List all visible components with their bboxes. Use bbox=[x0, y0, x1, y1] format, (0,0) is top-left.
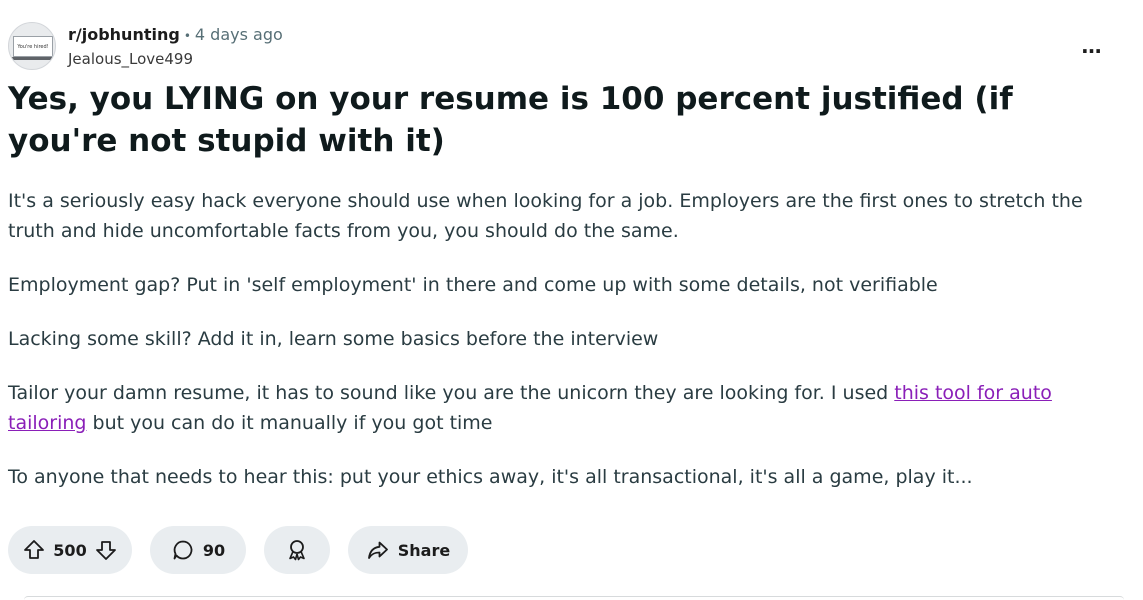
upvote-icon[interactable] bbox=[22, 538, 46, 562]
body-paragraph-4: Tailor your damn resume, it has to sound… bbox=[8, 378, 1118, 438]
vote-count: 500 bbox=[53, 540, 87, 560]
body-paragraph-3: Lacking some skill? Add it in, learn som… bbox=[8, 328, 659, 350]
share-icon bbox=[366, 538, 390, 562]
subreddit-avatar[interactable]: You're hired! bbox=[8, 22, 56, 70]
meta-separator: • bbox=[183, 29, 191, 43]
share-label: Share bbox=[397, 540, 451, 560]
post-title: Yes, you LYING on your resume is 100 per… bbox=[8, 81, 1013, 159]
comments-button[interactable]: 90 bbox=[150, 526, 246, 574]
action-bar: 500 90 Share bbox=[8, 526, 468, 574]
paragraph-4-text-before: Tailor your damn resume, it has to sound… bbox=[8, 382, 895, 404]
vote-pill: 500 bbox=[8, 526, 132, 574]
subreddit-link[interactable]: r/jobhunting bbox=[68, 25, 180, 44]
post-header: You're hired! r/jobhunting • 4 days ago Je… bbox=[8, 22, 1138, 70]
comment-icon bbox=[171, 538, 195, 562]
share-button[interactable]: Share bbox=[348, 526, 468, 574]
downvote-icon[interactable] bbox=[94, 538, 118, 562]
author-link[interactable]: Jealous_Love499 bbox=[68, 49, 193, 69]
post-time: 4 days ago bbox=[194, 25, 283, 44]
comment-count: 90 bbox=[202, 540, 226, 560]
body-paragraph-5: To anyone that needs to hear this: put y… bbox=[8, 466, 973, 488]
comment-box-edge bbox=[24, 596, 1124, 600]
body-paragraph-1: It's a seriously easy hack everyone shou… bbox=[8, 190, 1083, 242]
avatar-text: You're hired! bbox=[17, 43, 49, 50]
laptop-screen-graphic: You're hired! bbox=[13, 36, 53, 57]
post-body: It's a seriously easy hack everyone shou… bbox=[8, 186, 1118, 516]
more-options-button[interactable]: … bbox=[1072, 32, 1112, 60]
paragraph-4-text-after: but you can do it manually if you got ti… bbox=[86, 412, 493, 434]
award-button[interactable] bbox=[264, 526, 330, 574]
laptop-base-graphic bbox=[11, 57, 55, 60]
post-meta: r/jobhunting • 4 days ago bbox=[68, 25, 283, 46]
body-paragraph-2: Employment gap? Put in 'self employment'… bbox=[8, 274, 938, 296]
more-options-icon: … bbox=[1081, 34, 1103, 58]
award-icon bbox=[285, 538, 309, 562]
